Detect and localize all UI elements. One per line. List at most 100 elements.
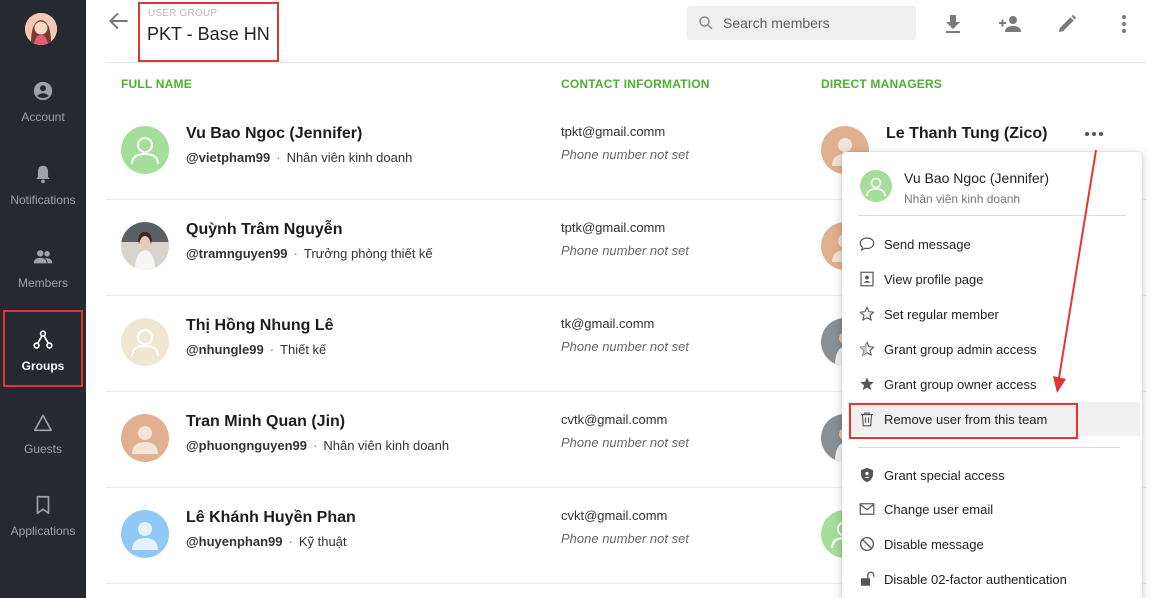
add-member-button[interactable] [997, 12, 1025, 36]
menu-item-view-profile[interactable]: View profile page [842, 262, 1142, 296]
member-subline: @phuongnguyen99 · Nhân viên kinh doanh [186, 438, 450, 453]
member-subline: @nhungle99 · Thiết kế [186, 342, 327, 357]
member-role: Thiết kế [280, 342, 327, 357]
profile-card-icon [860, 271, 874, 287]
menu-user-role: Nhân viên kinh doanh [904, 192, 1021, 206]
chat-bubble-icon [859, 237, 875, 252]
member-subline: @tramnguyen99 · Trưởng phòng thiết kế [186, 246, 433, 261]
trash-icon [861, 412, 873, 427]
triangle-icon [33, 414, 53, 432]
menu-item-grant-owner[interactable]: Grant group owner access [842, 367, 1142, 401]
menu-user-header: Vu Bao Ngoc (Jennifer) Nhân viên kinh do… [858, 168, 1128, 216]
default-avatar-icon [121, 126, 169, 174]
more-dot-icon [1099, 132, 1103, 136]
menu-item-disable-2fa[interactable]: Disable 02-factor authentication [842, 562, 1142, 596]
member-avatar [121, 126, 169, 174]
arrow-left-icon [108, 12, 128, 30]
menu-item-label: Disable message [884, 536, 984, 552]
group-tree-icon [33, 330, 53, 349]
menu-item-grant-special[interactable]: Grant special access [842, 458, 1142, 492]
member-phone: Phone number not set [561, 147, 689, 162]
unlock-icon [861, 571, 875, 586]
menu-user-name: Vu Bao Ngoc (Jennifer) [904, 170, 1049, 186]
member-context-menu: Vu Bao Ngoc (Jennifer) Nhân viên kinh do… [842, 152, 1142, 598]
sidebar-item-label: Guests [23, 442, 62, 456]
menu-item-label: Send message [884, 236, 971, 252]
star-filled-icon [860, 377, 874, 391]
sidebar-item-guests[interactable]: Guests [0, 402, 86, 478]
member-avatar [121, 222, 169, 270]
member-role: Nhân viên kinh doanh [286, 150, 413, 165]
menu-item-remove-user[interactable]: Remove user from this team [848, 402, 1140, 436]
menu-item-label: Remove user from this team [884, 411, 1048, 427]
member-email: tk@gmail.comm [561, 316, 655, 331]
group-title-box: USER GROUP PKT - Base HN [138, 2, 279, 62]
member-role: Trưởng phòng thiết kế [303, 246, 433, 261]
member-phone: Phone number not set [561, 339, 689, 354]
menu-item-disable-message[interactable]: Disable message [842, 527, 1142, 561]
member-handle: @tramnguyen99 [186, 246, 288, 261]
menu-item-set-regular-member[interactable]: Set regular member [842, 297, 1142, 331]
member-phone: Phone number not set [561, 243, 689, 258]
download-button[interactable] [941, 12, 965, 36]
member-name[interactable]: Quỳnh Trâm Nguyễn [186, 221, 342, 239]
menu-divider [858, 447, 1120, 448]
menu-item-label: Grant special access [884, 467, 1005, 483]
default-avatar-icon [121, 414, 169, 462]
member-email: cvtk@gmail.comm [561, 412, 668, 427]
edit-group-button[interactable] [1055, 12, 1079, 36]
search-input[interactable] [723, 15, 903, 31]
member-subline: @huyenphan99 · Kỹ thuật [186, 534, 347, 549]
default-avatar-icon [860, 170, 892, 202]
sidebar-item-label: Notifications [10, 193, 76, 207]
member-subline: @vietpham99 · Nhân viên kinh doanh [186, 150, 413, 165]
sidebar-item-applications[interactable]: Applications [0, 484, 86, 560]
more-vertical-icon [1122, 15, 1126, 33]
member-role: Nhân viên kinh doanh [323, 438, 450, 453]
header-divider [106, 62, 1146, 63]
envelope-icon [859, 503, 875, 515]
menu-item-label: Grant group owner access [884, 376, 1037, 392]
menu-item-label: Disable 02-factor authentication [884, 571, 1067, 587]
pencil-icon [1059, 14, 1077, 32]
add-user-icon [999, 16, 1021, 32]
member-avatar [121, 318, 169, 366]
column-header-full-name[interactable]: FULL NAME [121, 77, 192, 91]
member-name[interactable]: Vu Bao Ngoc (Jennifer) [186, 125, 362, 143]
star-half-icon [859, 341, 875, 356]
group-label: USER GROUP [148, 8, 218, 19]
sidebar-item-notifications[interactable]: Notifications [0, 153, 86, 229]
default-avatar-icon [121, 510, 169, 558]
sidebar-item-groups[interactable]: Groups [0, 319, 86, 395]
menu-item-label: Grant group admin access [884, 341, 1037, 357]
menu-item-label: Set regular member [884, 306, 999, 322]
sidebar-item-account[interactable]: Account [0, 70, 86, 146]
sidebar-item-label: Applications [10, 524, 76, 538]
shield-icon [861, 467, 873, 483]
back-button[interactable] [106, 8, 132, 34]
manager-name[interactable]: Le Thanh Tung (Zico) [886, 125, 1047, 143]
current-user-avatar[interactable] [25, 13, 57, 45]
menu-item-change-email[interactable]: Change user email [842, 492, 1142, 526]
app-root: Account Notifications Members Groups Gue… [0, 0, 1164, 598]
member-email: cvkt@gmail.comm [561, 508, 668, 523]
column-header-contact[interactable]: CONTACT INFORMATION [561, 77, 710, 91]
search-box[interactable] [687, 6, 916, 40]
bell-icon [36, 165, 50, 184]
member-name[interactable]: Tran Minh Quan (Jin) [186, 413, 345, 431]
column-header-managers[interactable]: DIRECT MANAGERS [821, 77, 942, 91]
member-avatar [121, 510, 169, 558]
member-name[interactable]: Thị Hồng Nhung Lê [186, 317, 334, 335]
more-options-button[interactable] [1112, 12, 1136, 36]
menu-item-grant-admin[interactable]: Grant group admin access [842, 332, 1142, 366]
download-icon [946, 15, 960, 33]
more-dot-icon [1092, 132, 1096, 136]
menu-item-send-message[interactable]: Send message [842, 227, 1142, 261]
menu-divider [858, 215, 1126, 216]
member-phone: Phone number not set [561, 435, 689, 450]
member-name[interactable]: Lê Khánh Huyền Phan [186, 509, 356, 527]
sidebar-item-members[interactable]: Members [0, 236, 86, 312]
member-handle: @huyenphan99 [186, 534, 283, 549]
default-avatar-icon [121, 318, 169, 366]
row-more-button[interactable] [1080, 124, 1108, 144]
